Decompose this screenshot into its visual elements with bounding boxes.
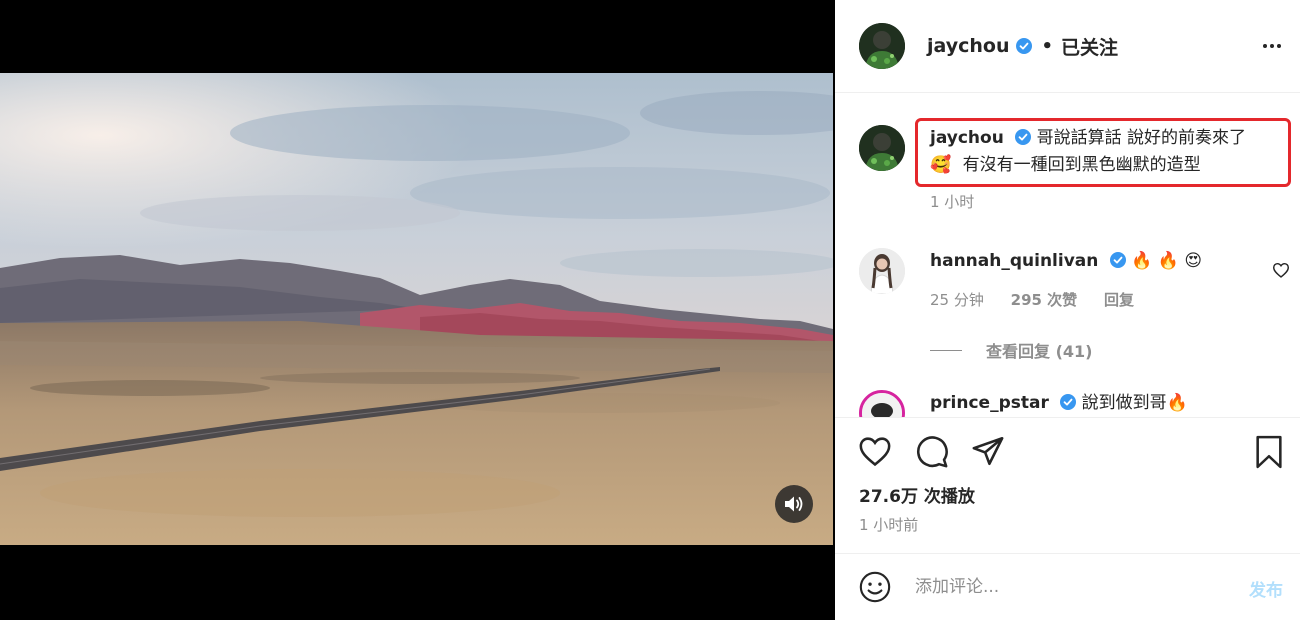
comment-bubble-icon	[917, 436, 948, 468]
like-comment-button[interactable]	[1272, 262, 1290, 282]
heart-outline-icon	[859, 437, 891, 467]
video-player[interactable]	[0, 73, 833, 545]
verified-badge-icon	[1015, 38, 1032, 54]
comment-input[interactable]	[915, 572, 1215, 602]
view-count[interactable]: 27.6万 次播放	[859, 482, 975, 507]
heart-outline-icon	[1272, 262, 1290, 278]
desert-landscape-video-frame	[0, 73, 833, 545]
more-options-button[interactable]	[1260, 34, 1284, 58]
view-replies-label: 查看回复 (41)	[986, 342, 1093, 361]
more-horizontal-icon	[1263, 44, 1281, 48]
paper-plane-icon	[972, 436, 1004, 466]
like-button[interactable]	[858, 435, 892, 471]
mute-toggle-button[interactable]	[775, 485, 813, 523]
post-detail-panel: jaychou • 已关注 jaychou 哥說話算話 說好的前奏來了 🥰 有沒…	[835, 0, 1300, 620]
verified-badge-icon	[1109, 252, 1126, 268]
post-actions: 27.6万 次播放 1 小时前	[835, 417, 1300, 545]
follow-status-button[interactable]: 已关注	[1061, 33, 1118, 60]
user-avatar-image	[862, 393, 902, 417]
reply-button[interactable]: 回复	[1104, 291, 1134, 309]
comment-timestamp[interactable]: 25 分钟	[930, 291, 984, 309]
media-area	[0, 0, 835, 620]
comment-username[interactable]: hannah_quinlivan	[930, 251, 1098, 271]
comment-text: 說到做到哥🔥	[1081, 393, 1188, 413]
comment-button[interactable]	[915, 435, 949, 473]
comment-text: 🔥 🔥 😍	[1131, 251, 1203, 271]
comments-list[interactable]: jaychou 哥說話算話 說好的前奏來了 🥰 有沒有一種回到黑色幽默的造型 1…	[835, 94, 1300, 417]
comment-likes[interactable]: 295 次赞	[1011, 291, 1078, 309]
avatar[interactable]	[859, 390, 905, 417]
emoji-button[interactable]	[858, 570, 892, 608]
comment-item: prince_pstar 說到做到哥🔥	[859, 390, 1289, 417]
add-comment-bar: 发布	[835, 553, 1300, 620]
view-replies-button[interactable]: 查看回复 (41)	[930, 338, 1092, 362]
post-comment-button[interactable]: 发布	[1249, 576, 1283, 601]
highlight-box	[915, 118, 1291, 187]
save-button[interactable]	[1254, 435, 1284, 473]
avatar[interactable]	[859, 248, 905, 294]
verified-badge-icon	[1060, 394, 1077, 410]
user-avatar-image	[859, 125, 905, 171]
post-header: jaychou • 已关注	[835, 0, 1300, 93]
post-timestamp[interactable]: 1 小时前	[859, 514, 918, 535]
header-username[interactable]: jaychou	[927, 35, 1010, 57]
smiley-face-icon	[859, 571, 891, 603]
comment-item: hannah_quinlivan 🔥 🔥 😍 25 分钟 295 次赞 回复	[859, 248, 1289, 310]
avatar[interactable]	[859, 125, 905, 171]
replies-divider-line	[930, 349, 962, 351]
caption-timestamp[interactable]: 1 小时	[930, 193, 974, 211]
user-avatar-image	[859, 248, 905, 294]
user-avatar-image	[859, 23, 905, 69]
comment-username[interactable]: prince_pstar	[930, 393, 1049, 413]
share-button[interactable]	[971, 435, 1005, 471]
separator-dot: •	[1041, 35, 1054, 57]
avatar[interactable]	[859, 23, 905, 69]
bookmark-icon	[1256, 435, 1282, 469]
speaker-icon	[785, 496, 803, 512]
